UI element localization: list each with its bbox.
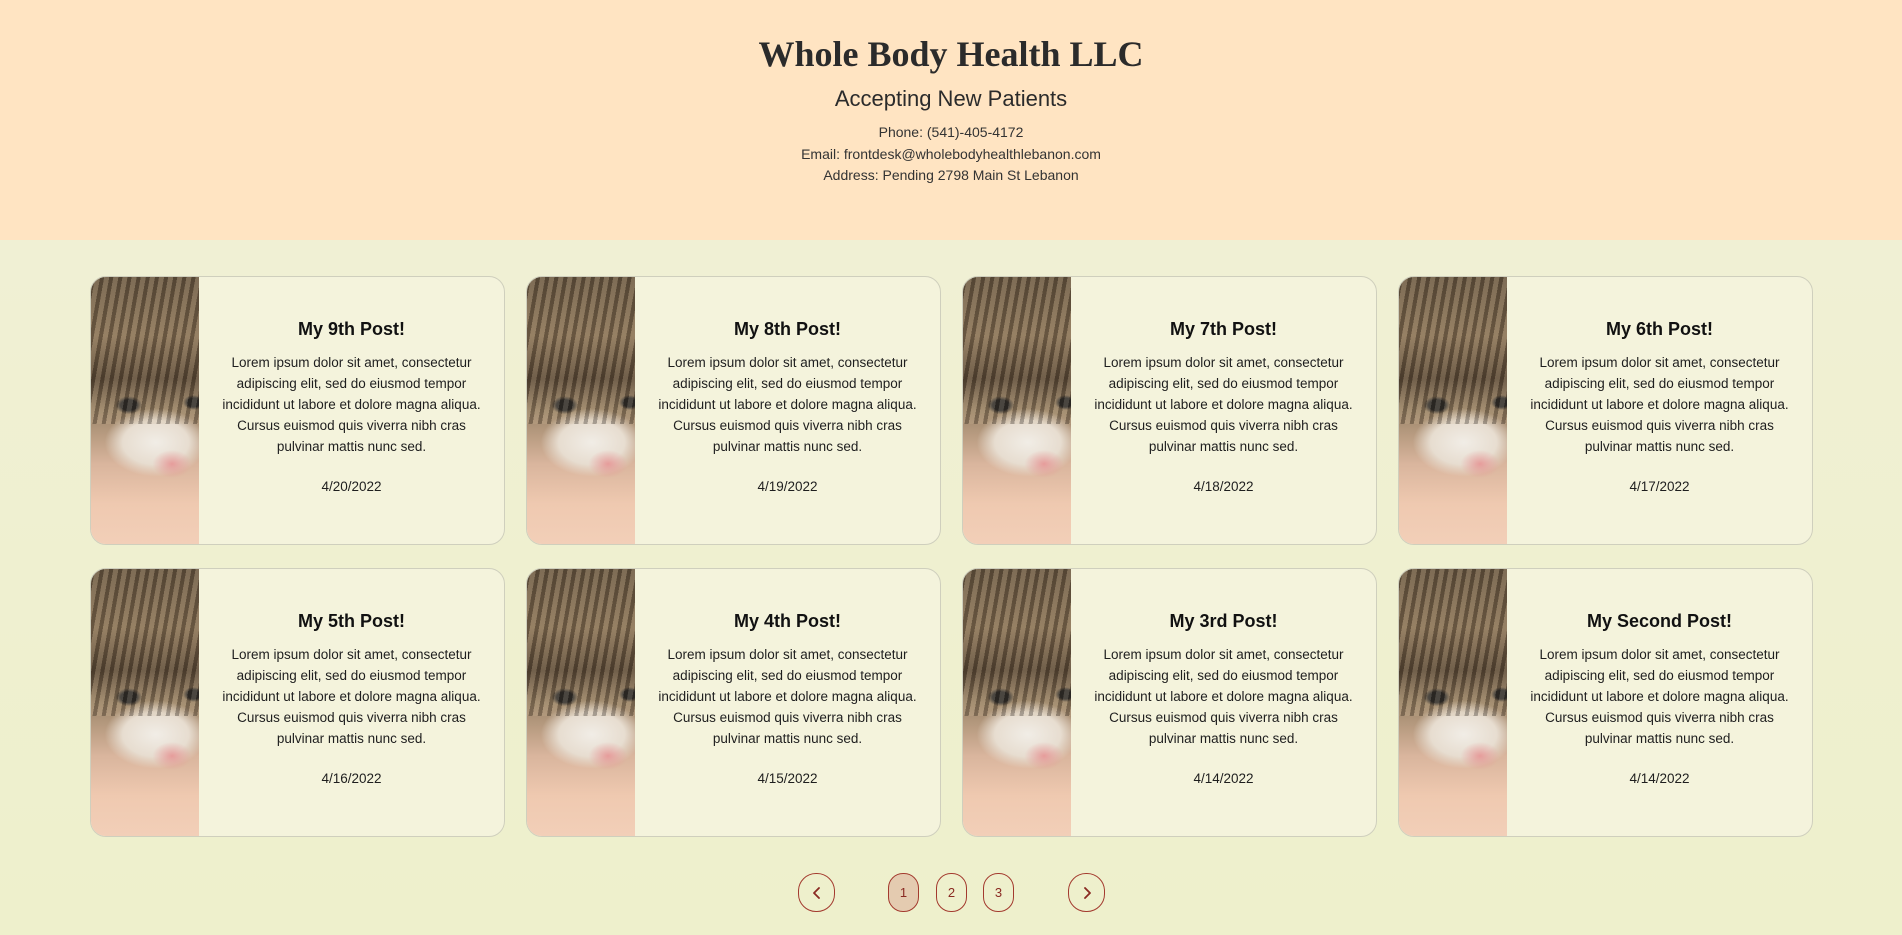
post-date: 4/19/2022: [757, 479, 818, 494]
post-excerpt: Lorem ipsum dolor sit amet, consectetur …: [1530, 355, 1789, 454]
post-excerpt: Lorem ipsum dolor sit amet, consectetur …: [222, 647, 481, 746]
site-title: Whole Body Health LLC: [758, 34, 1144, 74]
post-image: [963, 277, 1071, 544]
post-date: 4/20/2022: [321, 479, 382, 494]
post-title: My Second Post!: [1586, 611, 1733, 631]
prev-page-button[interactable]: [798, 873, 835, 912]
post-title: My 7th Post!: [1169, 319, 1277, 339]
post-title: My 8th Post!: [733, 319, 841, 339]
post-card[interactable]: My 4th Post! Lorem ipsum dolor sit amet,…: [526, 568, 941, 837]
post-date: 4/16/2022: [321, 771, 382, 786]
post-image: [91, 277, 199, 544]
post-card[interactable]: My 8th Post! Lorem ipsum dolor sit amet,…: [526, 276, 941, 545]
post-card[interactable]: My 7th Post! Lorem ipsum dolor sit amet,…: [962, 276, 1377, 545]
contact-email: Email: frontdesk@wholebodyhealthlebanon.…: [801, 146, 1101, 162]
post-excerpt: Lorem ipsum dolor sit amet, consectetur …: [658, 647, 917, 746]
post-body: My 8th Post! Lorem ipsum dolor sit amet,…: [635, 277, 940, 544]
post-image: [1399, 277, 1507, 544]
post-date: 4/15/2022: [757, 771, 818, 786]
post-body: My 3rd Post! Lorem ipsum dolor sit amet,…: [1071, 569, 1376, 836]
post-date: 4/14/2022: [1193, 771, 1254, 786]
next-page-button[interactable]: [1068, 873, 1105, 912]
posts-section: My 9th Post! Lorem ipsum dolor sit amet,…: [0, 240, 1902, 935]
site-header: Whole Body Health LLC Accepting New Pati…: [0, 0, 1902, 240]
post-body: My Second Post! Lorem ipsum dolor sit am…: [1507, 569, 1812, 836]
page-3-button[interactable]: 3: [983, 873, 1014, 912]
post-card[interactable]: My 5th Post! Lorem ipsum dolor sit amet,…: [90, 568, 505, 837]
post-image: [527, 277, 635, 544]
post-title: My 9th Post!: [297, 319, 405, 339]
page-1-button[interactable]: 1: [888, 873, 919, 912]
post-card[interactable]: My 3rd Post! Lorem ipsum dolor sit amet,…: [962, 568, 1377, 837]
post-excerpt: Lorem ipsum dolor sit amet, consectetur …: [1094, 355, 1353, 454]
post-title: My 6th Post!: [1605, 319, 1713, 339]
post-body: My 9th Post! Lorem ipsum dolor sit amet,…: [199, 277, 504, 544]
post-date: 4/17/2022: [1629, 479, 1690, 494]
post-excerpt: Lorem ipsum dolor sit amet, consectetur …: [1094, 647, 1353, 746]
post-image: [963, 569, 1071, 836]
post-card[interactable]: My Second Post! Lorem ipsum dolor sit am…: [1398, 568, 1813, 837]
post-body: My 4th Post! Lorem ipsum dolor sit amet,…: [635, 569, 940, 836]
post-excerpt: Lorem ipsum dolor sit amet, consectetur …: [1530, 647, 1789, 746]
post-body: My 5th Post! Lorem ipsum dolor sit amet,…: [199, 569, 504, 836]
page-2-button[interactable]: 2: [936, 873, 967, 912]
chevron-right-icon: [1083, 886, 1091, 899]
post-date: 4/18/2022: [1193, 479, 1254, 494]
post-title: My 3rd Post!: [1169, 611, 1278, 631]
chevron-left-icon: [812, 886, 820, 899]
contact-address: Address: Pending 2798 Main St Lebanon: [823, 167, 1079, 183]
contact-phone: Phone: (541)-405-4172: [878, 124, 1024, 140]
post-date: 4/14/2022: [1629, 771, 1690, 786]
post-title: My 5th Post!: [297, 611, 405, 631]
post-image: [91, 569, 199, 836]
post-body: My 6th Post! Lorem ipsum dolor sit amet,…: [1507, 277, 1812, 544]
post-card[interactable]: My 6th Post! Lorem ipsum dolor sit amet,…: [1398, 276, 1813, 545]
site-subtitle: Accepting New Patients: [834, 86, 1068, 111]
post-excerpt: Lorem ipsum dolor sit amet, consectetur …: [658, 355, 917, 454]
post-card[interactable]: My 9th Post! Lorem ipsum dolor sit amet,…: [90, 276, 505, 545]
post-body: My 7th Post! Lorem ipsum dolor sit amet,…: [1071, 277, 1376, 544]
post-excerpt: Lorem ipsum dolor sit amet, consectetur …: [222, 355, 481, 454]
post-image: [527, 569, 635, 836]
post-title: My 4th Post!: [733, 611, 841, 631]
post-image: [1399, 569, 1507, 836]
